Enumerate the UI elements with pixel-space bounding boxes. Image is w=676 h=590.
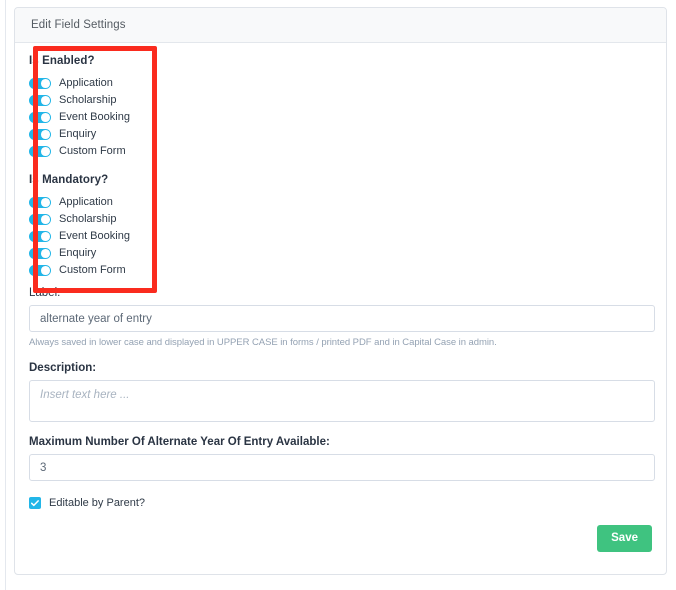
toggle-label: Application (59, 75, 113, 92)
toggle-switch-icon[interactable] (29, 112, 51, 123)
group-title-is-mandatory: Is Mandatory? (29, 174, 652, 186)
group-is-mandatory: Is Mandatory? Application Scholarship Ev… (29, 174, 652, 279)
toggle-label: Application (59, 194, 113, 211)
group-title-is-enabled: Is Enabled? (29, 55, 652, 67)
toggle-switch-icon[interactable] (29, 129, 51, 140)
toggle-switch-icon[interactable] (29, 197, 51, 208)
field-maximum-block: Maximum Number Of Alternate Year Of Entr… (29, 436, 652, 481)
toggle-list-is-enabled: Application Scholarship Event Booking En… (29, 75, 652, 160)
toggle-row[interactable]: Application (29, 75, 652, 92)
label-help-text: Always saved in lower case and displayed… (29, 337, 652, 348)
card-footer: Save (597, 525, 652, 552)
page-left-rule (5, 0, 6, 590)
field-label-block: Label: Always saved in lower case and di… (29, 287, 652, 348)
toggle-row[interactable]: Scholarship (29, 92, 652, 109)
editable-by-parent-row[interactable]: Editable by Parent? (29, 497, 652, 509)
label-input[interactable] (29, 305, 655, 332)
page-title: Edit Field Settings (31, 19, 126, 31)
editable-by-parent-label: Editable by Parent? (49, 497, 145, 509)
description-field-caption: Description: (29, 362, 652, 374)
toggle-row[interactable]: Custom Form (29, 262, 652, 279)
toggle-label: Scholarship (59, 211, 116, 228)
toggle-label: Enquiry (59, 126, 96, 143)
description-input[interactable] (29, 380, 655, 422)
toggle-switch-icon[interactable] (29, 78, 51, 89)
toggle-label: Event Booking (59, 228, 130, 245)
toggle-label: Event Booking (59, 109, 130, 126)
toggle-switch-icon[interactable] (29, 265, 51, 276)
toggle-switch-icon[interactable] (29, 214, 51, 225)
toggle-label: Custom Form (59, 262, 126, 279)
toggle-switch-icon[interactable] (29, 95, 51, 106)
toggle-row[interactable]: Event Booking (29, 228, 652, 245)
toggle-label: Enquiry (59, 245, 96, 262)
group-is-enabled: Is Enabled? Application Scholarship Even… (29, 55, 652, 160)
toggle-row[interactable]: Scholarship (29, 211, 652, 228)
maximum-input[interactable] (29, 454, 655, 481)
card-header: Edit Field Settings (15, 8, 666, 43)
field-description-block: Description: (29, 362, 652, 422)
toggle-row[interactable]: Event Booking (29, 109, 652, 126)
toggle-list-is-mandatory: Application Scholarship Event Booking En… (29, 194, 652, 279)
toggle-switch-icon[interactable] (29, 248, 51, 259)
toggle-row[interactable]: Custom Form (29, 143, 652, 160)
maximum-field-caption: Maximum Number Of Alternate Year Of Entr… (29, 436, 652, 448)
toggle-switch-icon[interactable] (29, 231, 51, 242)
toggle-switch-icon[interactable] (29, 146, 51, 157)
checkbox-checked-icon[interactable] (29, 497, 41, 509)
toggle-label: Scholarship (59, 92, 116, 109)
toggle-row[interactable]: Enquiry (29, 126, 652, 143)
card-body: Is Enabled? Application Scholarship Even… (15, 43, 666, 509)
label-field-caption: Label: (29, 287, 652, 299)
toggle-label: Custom Form (59, 143, 126, 160)
toggle-row[interactable]: Application (29, 194, 652, 211)
toggle-row[interactable]: Enquiry (29, 245, 652, 262)
save-button[interactable]: Save (597, 525, 652, 552)
edit-field-settings-card: Edit Field Settings Is Enabled? Applicat… (14, 7, 667, 575)
